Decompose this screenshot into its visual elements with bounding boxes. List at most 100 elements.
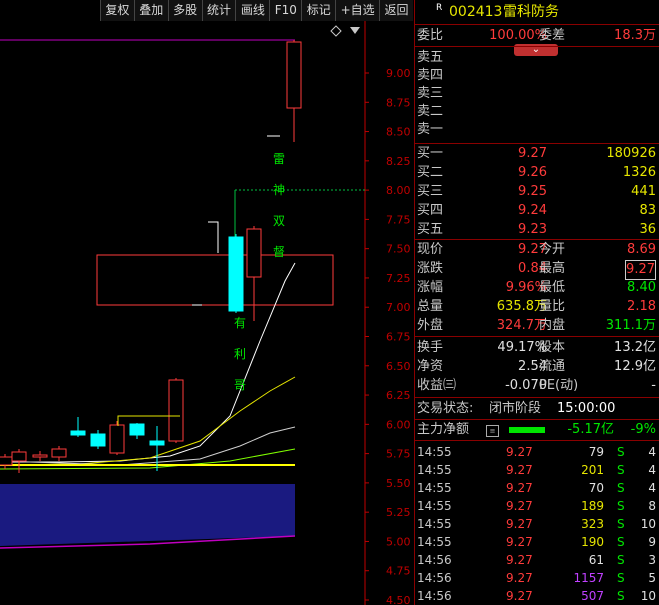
candle-body: [109, 424, 125, 454]
stat-row[interactable]: 外盘 324.7万 内盘 311.1万: [414, 317, 659, 335]
diamond-icon[interactable]: [330, 25, 342, 37]
order-volume: 83: [639, 203, 656, 218]
tick-count: 4: [648, 463, 656, 477]
toolbar-button[interactable]: 返回: [379, 0, 413, 21]
stat-label: 涨跌: [417, 261, 444, 276]
tick-row[interactable]: 14:56 9.27 1157 S 5: [414, 569, 659, 587]
annotation-char: 哥: [234, 378, 246, 392]
sell-order-row[interactable]: 卖四: [414, 67, 659, 85]
tick-row[interactable]: 14:55 9.27 190 S 9: [414, 533, 659, 551]
tick-count: 10: [640, 589, 656, 603]
fundamental-row[interactable]: 净资 2.54 流通 12.9亿: [414, 358, 659, 376]
main-flow-icon[interactable]: ≡: [486, 425, 499, 437]
tick-price: 9.27: [506, 499, 533, 513]
fund-label: 净资: [417, 359, 444, 374]
tick-count: 10: [640, 517, 656, 531]
stat-label: 最高: [539, 261, 566, 276]
stat-row[interactable]: 涨幅 9.96% 最低 8.40: [414, 279, 659, 297]
y-tick-label: 8.75: [386, 96, 411, 109]
tick-count: 4: [648, 445, 656, 459]
order-volume: 36: [639, 222, 656, 237]
weicha-value: 18.3万: [614, 28, 656, 43]
sell-order-row[interactable]: 卖三: [414, 85, 659, 103]
buy-order-row[interactable]: 买二 9.26 1326: [414, 164, 659, 182]
candle-body: [32, 454, 48, 458]
tick-price: 9.27: [506, 553, 533, 567]
y-tick-label: 7.00: [386, 301, 411, 314]
order-label: 买三: [417, 184, 444, 199]
annotation-char: 雷: [273, 152, 285, 166]
stat-label: 外盘: [417, 318, 444, 333]
candle-body: [228, 236, 244, 312]
tick-side: S: [617, 553, 625, 567]
divider: [414, 143, 659, 144]
candlestick-chart[interactable]: 9.00 8.75 8.50 8.25 8.00 7.75 7.50 7.25 7.00 6.75…: [0, 21, 414, 605]
stock-name[interactable]: 雷科防务: [503, 3, 559, 21]
candle-body: [51, 448, 67, 458]
toolbar-button[interactable]: 多股: [167, 0, 202, 21]
tick-volume: 201: [581, 463, 604, 477]
stat-row[interactable]: 总量 635.8万 量比 2.18: [414, 298, 659, 316]
stock-code[interactable]: 002413: [449, 3, 502, 21]
tick-time: 14:55: [417, 499, 452, 513]
fundamental-row[interactable]: 收益㈢ -0.070 PE(动) -: [414, 377, 659, 395]
divider: [414, 239, 659, 240]
order-label: 卖三: [417, 86, 444, 101]
tick-price: 9.27: [506, 481, 533, 495]
sell-order-row[interactable]: 卖二: [414, 103, 659, 121]
buy-order-row[interactable]: 买四 9.24 83: [414, 202, 659, 220]
tick-time: 14:55: [417, 481, 452, 495]
main-flow-bar: [509, 427, 545, 433]
tick-price: 9.27: [506, 589, 533, 603]
tick-row[interactable]: 14:55 9.27 323 S 10: [414, 515, 659, 533]
tick-price: 9.27: [506, 571, 533, 585]
volume-band: [0, 484, 295, 546]
tick-row[interactable]: 14:55 9.27 201 S 4: [414, 461, 659, 479]
range-box: [96, 254, 334, 306]
buy-order-row[interactable]: 买一 9.27 180926: [414, 145, 659, 163]
toolbar-button[interactable]: F10: [269, 0, 302, 21]
buy-order-row[interactable]: 买五 9.23 36: [414, 221, 659, 239]
toolbar-button[interactable]: 标记: [301, 0, 336, 21]
toolbar-button[interactable]: 画线: [235, 0, 270, 21]
tick-row[interactable]: 14:55 9.27 70 S 4: [414, 479, 659, 497]
toolbar-button[interactable]: +自选: [335, 0, 380, 21]
stat-label: 涨幅: [417, 280, 444, 295]
tick-row[interactable]: 14:56 9.27 61 S 3: [414, 551, 659, 569]
tick-volume: 507: [581, 589, 604, 603]
tick-side: S: [617, 463, 625, 477]
ma10-line: [0, 376, 296, 466]
tick-volume: 79: [588, 445, 604, 459]
y-tick-label: 9.00: [386, 67, 411, 80]
toolbar-button[interactable]: 叠加: [133, 0, 168, 21]
y-tick-label: 5.00: [386, 535, 411, 548]
stat-label: 总量: [417, 299, 444, 314]
y-tick-label: 5.25: [386, 506, 411, 519]
weibi-row: 委比 100.00% 委差 18.3万: [414, 27, 659, 45]
tick-side: S: [617, 481, 625, 495]
toolbar-button[interactable]: 统计: [201, 0, 236, 21]
fundamental-row[interactable]: 换手 49.17% 股本 13.2亿: [414, 339, 659, 357]
sell-order-row[interactable]: 卖五: [414, 49, 659, 67]
tick-row[interactable]: 14:55 9.27 189 S 8: [414, 497, 659, 515]
tick-time: 14:55: [417, 445, 452, 459]
buy-order-row[interactable]: 买三 9.25 441: [414, 183, 659, 201]
tick-row[interactable]: 14:55 9.27 79 S 4: [414, 443, 659, 461]
tick-price: 9.27: [506, 517, 533, 531]
order-label: 卖四: [417, 68, 444, 83]
panel-left-border: [414, 0, 415, 605]
triangle-down-icon[interactable]: [350, 27, 360, 34]
toolbar-button[interactable]: 复权: [100, 0, 134, 21]
stat-row[interactable]: 涨跌 0.84 最高 9.27: [414, 260, 659, 280]
tick-time: 14:55: [417, 463, 452, 477]
stat-row[interactable]: 现价 9.27 今开 8.69: [414, 241, 659, 259]
main-flow-row: 主力净额 ≡ -5.17亿 -9%: [414, 421, 659, 439]
fund-value: 12.9亿: [614, 359, 656, 374]
annotation-char: 督: [273, 244, 285, 259]
y-tick-label: 8.00: [386, 184, 411, 197]
sell-order-row[interactable]: 卖一: [414, 121, 659, 139]
fund-label: 换手: [417, 340, 444, 355]
trade-status-value: 闭市阶段: [489, 401, 542, 416]
candle-body: [129, 423, 145, 436]
tick-row[interactable]: 14:56 9.27 507 S 10: [414, 587, 659, 605]
